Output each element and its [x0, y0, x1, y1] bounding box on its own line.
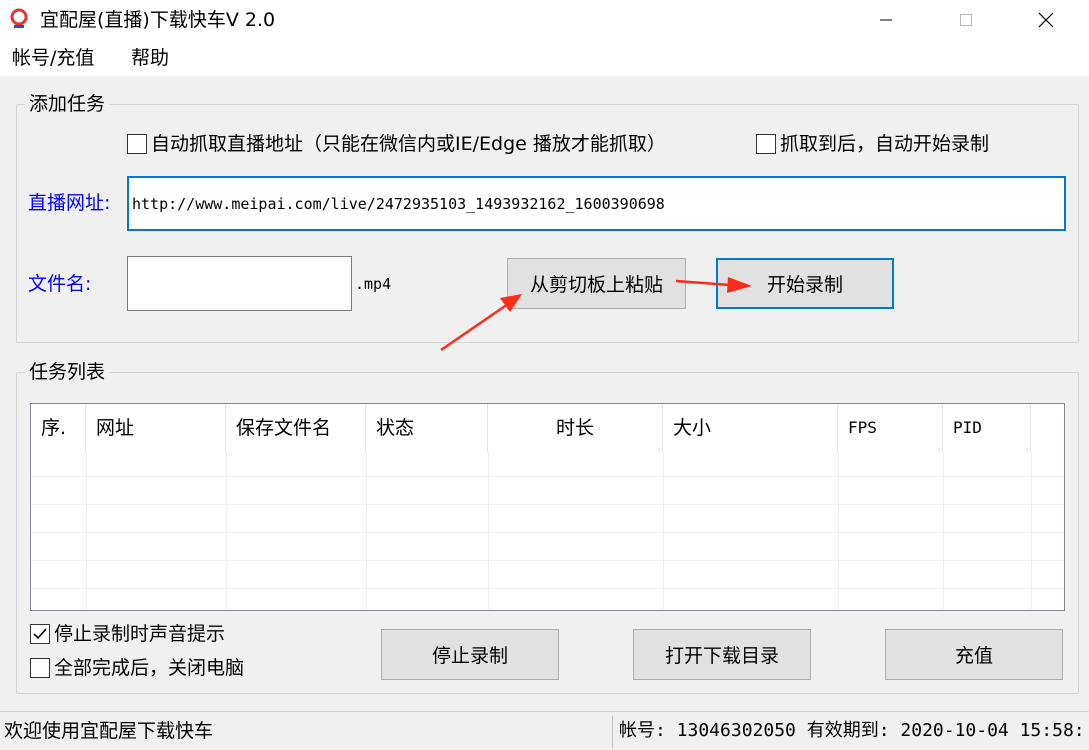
url-input[interactable]: http://www.meipai.com/live/2472935103_14… [127, 176, 1066, 231]
grid-line [86, 452, 87, 610]
menu-account-recharge[interactable]: 帐号/充值 [12, 46, 94, 70]
auto-capture-checkbox-box[interactable] [127, 134, 147, 154]
add-task-group-title: 添加任务 [25, 91, 110, 117]
maximize-icon [960, 14, 972, 26]
beep-checkbox[interactable]: 停止录制时声音提示 [30, 622, 225, 646]
app-logo-icon [10, 8, 28, 28]
title-bar: 宜配屋(直播)下载快车V 2.0 [0, 0, 1089, 40]
stop-record-button[interactable]: 停止录制 [381, 629, 559, 680]
window-title: 宜配屋(直播)下载快车V 2.0 [40, 9, 276, 31]
auto-start-checkbox[interactable]: 抓取到后，自动开始录制 [756, 132, 989, 156]
status-bar: 欢迎使用宜配屋下载快车 帐号: 13046302050 有效期到: 2020-1… [0, 711, 1089, 750]
filename-input[interactable] [127, 256, 352, 311]
checkmark-icon [33, 628, 47, 640]
close-button[interactable] [1006, 0, 1086, 40]
beep-label: 停止录制时声音提示 [54, 623, 226, 645]
task-list-view[interactable]: 序. 网址 保存文件名 状态 时长 大小 FPS PID [30, 403, 1065, 611]
shutdown-checkbox[interactable]: 全部完成后，关闭电脑 [30, 656, 244, 680]
filename-suffix: .mp4 [355, 275, 392, 293]
task-list-header: 序. 网址 保存文件名 状态 时长 大小 FPS PID [31, 404, 1064, 452]
list-item [31, 560, 1064, 588]
start-record-button[interactable]: 开始录制 [716, 258, 894, 309]
col-filename[interactable]: 保存文件名 [226, 404, 366, 452]
grid-line [366, 452, 367, 610]
grid-line [488, 452, 489, 610]
paste-clipboard-button[interactable]: 从剪切板上粘贴 [507, 258, 686, 309]
status-welcome-text: 欢迎使用宜配屋下载快车 [4, 720, 214, 742]
list-item [31, 476, 1064, 504]
shutdown-label: 全部完成后，关闭电脑 [54, 657, 245, 679]
status-account-info: 帐号: 13046302050 有效期到: 2020-10-04 15:58: [619, 720, 1085, 741]
col-index[interactable]: 序. [31, 404, 86, 452]
url-input-value: http://www.meipai.com/live/2472935103_14… [132, 194, 665, 213]
minimize-button[interactable] [846, 0, 926, 40]
col-pid[interactable]: PID [943, 404, 1031, 452]
open-download-dir-button[interactable]: 打开下载目录 [633, 629, 811, 680]
filename-label: 文件名: [28, 273, 92, 295]
auto-capture-checkbox[interactable]: 自动抓取直播地址（只能在微信内或IE/Edge 播放才能抓取） [127, 132, 666, 156]
grid-line [1031, 452, 1032, 610]
shutdown-checkbox-box[interactable] [30, 658, 50, 678]
url-label: 直播网址: [28, 192, 111, 214]
grid-line [943, 452, 944, 610]
list-item [31, 588, 1064, 610]
col-url[interactable]: 网址 [86, 404, 226, 452]
col-status[interactable]: 状态 [366, 404, 488, 452]
beep-checkbox-box[interactable] [30, 624, 50, 644]
auto-start-checkbox-box[interactable] [756, 134, 776, 154]
list-item [31, 532, 1064, 560]
task-list-group-title: 任务列表 [25, 359, 110, 385]
close-icon [1038, 12, 1054, 28]
grid-line [226, 452, 227, 610]
grid-line [838, 452, 839, 610]
menu-bar: 帐号/充值 帮助 [0, 40, 1089, 76]
status-divider [612, 716, 613, 748]
grid-line [663, 452, 664, 610]
col-size[interactable]: 大小 [663, 404, 838, 452]
minimize-icon [880, 19, 892, 21]
list-item [31, 504, 1064, 532]
auto-capture-label: 自动抓取直播地址（只能在微信内或IE/Edge 播放才能抓取） [151, 133, 666, 155]
recharge-button[interactable]: 充值 [885, 629, 1063, 680]
auto-start-label: 抓取到后，自动开始录制 [780, 133, 990, 155]
menu-help[interactable]: 帮助 [131, 46, 169, 70]
maximize-button[interactable] [926, 0, 1006, 40]
col-duration[interactable]: 时长 [488, 404, 663, 452]
col-fps[interactable]: FPS [838, 404, 943, 452]
